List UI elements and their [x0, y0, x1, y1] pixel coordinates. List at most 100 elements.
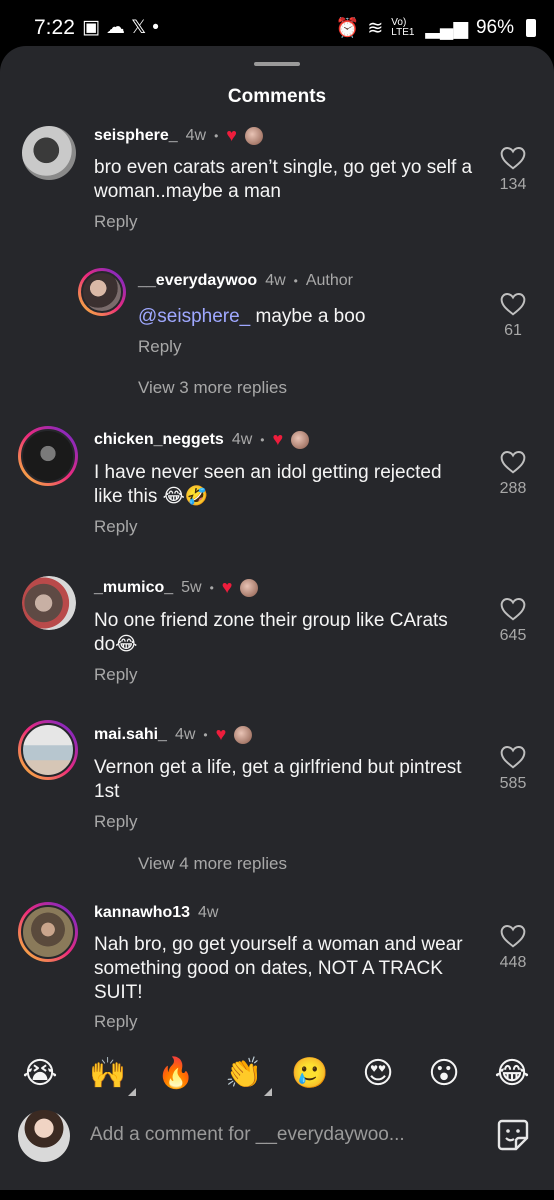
current-user-avatar — [18, 1110, 70, 1162]
emoji-heart-eyes-icon[interactable]: 😍 — [356, 1056, 400, 1096]
avatar-image — [81, 271, 123, 313]
avatar-image — [21, 723, 75, 777]
dot-icon: • — [152, 17, 165, 38]
view-more-replies[interactable]: View 3 more replies — [138, 378, 287, 398]
like-control: 288 — [488, 450, 538, 498]
comment-text: Vernon get a life, get a girlfriend but … — [94, 757, 462, 802]
emoji-raising-hands-icon[interactable]: 🙌 — [86, 1056, 136, 1096]
like-control: 448 — [488, 924, 538, 972]
system-status: ⏰ ≋ Vo) LTE1 ▂▄▆ 96% — [336, 16, 536, 40]
separator-dot: • — [214, 128, 219, 143]
author-mini-avatar — [240, 578, 259, 597]
timestamp: 4w — [198, 904, 219, 921]
username[interactable]: mai.sahi_ — [94, 726, 167, 744]
alarm-icon: ⏰ — [335, 18, 360, 39]
author-mini-avatar — [244, 126, 263, 145]
network-label: Vo) LTE1 — [391, 17, 415, 38]
avatar-image — [22, 576, 76, 630]
status-time: 7:22 — [34, 16, 75, 39]
system-nav-bar — [0, 1190, 554, 1200]
author-mini-avatar — [291, 430, 310, 449]
reply-text: maybe a boo — [250, 306, 366, 327]
timestamp: 5w — [181, 578, 202, 596]
like-count: 288 — [499, 480, 527, 497]
comments-sheet: Comments seisphere_ 4w • ♥ bro even cara… — [0, 46, 554, 1200]
avatar[interactable] — [18, 902, 78, 962]
author-tag: Author — [305, 272, 353, 289]
comment-text: @seisphere_ maybe a boo — [138, 305, 478, 329]
emoji-laughing-icon[interactable]: 😂 — [490, 1056, 534, 1096]
sheet-title: Comments — [227, 86, 327, 107]
drag-handle[interactable] — [254, 62, 300, 66]
skin-tone-corner-icon — [264, 1088, 272, 1096]
comment-text: bro even carats aren’t single, go get yo… — [94, 157, 473, 202]
comment-meta: seisphere_ 4w • ♥ — [94, 125, 263, 146]
like-count: 645 — [499, 627, 527, 644]
separator-dot: • — [293, 274, 298, 288]
like-count: 61 — [504, 322, 522, 339]
username[interactable]: chicken_neggets — [94, 431, 224, 449]
wifi-icon: ≋ — [367, 17, 384, 39]
username[interactable]: __everydaywoo — [138, 272, 257, 290]
comment-meta: mai.sahi_ 4w • ♥ — [94, 724, 253, 745]
emoji-clapping-icon[interactable]: 👏 — [222, 1056, 272, 1096]
avatar[interactable] — [18, 426, 78, 486]
author-liked-heart-icon: ♥ — [226, 125, 237, 145]
timestamp: 4w — [231, 430, 253, 448]
like-control: 61 — [488, 292, 538, 340]
avatar-image — [21, 905, 75, 959]
gallery-icon: ▣ — [82, 17, 106, 38]
skin-tone-corner-icon — [128, 1088, 136, 1096]
like-heart-icon[interactable] — [500, 450, 526, 474]
avatar[interactable] — [22, 126, 76, 180]
comment-meta: __everydaywoo 4w • Author — [138, 272, 353, 290]
like-heart-icon[interactable] — [500, 924, 526, 948]
comment-text: No one friend zone their group like CAra… — [94, 610, 448, 655]
view-more-replies[interactable]: View 4 more replies — [138, 854, 287, 874]
like-control: 645 — [488, 597, 538, 645]
sticker-icon[interactable] — [496, 1118, 530, 1152]
author-liked-heart-icon: ♥ — [221, 577, 233, 597]
avatar[interactable] — [22, 576, 76, 630]
like-control: 134 — [488, 146, 538, 194]
author-liked-heart-icon: ♥ — [272, 429, 284, 449]
reply-button[interactable]: Reply — [94, 212, 137, 232]
emoji-fire-icon[interactable]: 🔥 — [154, 1056, 198, 1096]
avatar[interactable] — [78, 268, 126, 316]
notification-icons: ▣☁𝕏• — [82, 16, 165, 39]
username[interactable]: _mumico_ — [94, 579, 173, 597]
mention-link[interactable]: @seisphere_ — [138, 306, 250, 327]
like-count: 585 — [499, 775, 527, 792]
emoji-quick-bar: 😭 🙌 🔥 👏 🥲 😍 😮 😂 — [0, 1046, 554, 1106]
reply-button[interactable]: Reply — [94, 517, 137, 537]
emoji-smiling-tear-icon[interactable]: 🥲 — [288, 1056, 332, 1096]
reply-button[interactable]: Reply — [94, 665, 137, 685]
separator-dot: • — [260, 432, 265, 447]
x-icon: 𝕏 — [130, 17, 153, 38]
comment-input[interactable]: Add a comment for __everydaywoo... — [90, 1124, 405, 1146]
emoji-glyph: 🙌 — [89, 1056, 127, 1091]
reply-button[interactable]: Reply — [94, 812, 137, 832]
emoji-surprised-icon[interactable]: 😮 — [422, 1056, 466, 1096]
like-heart-icon[interactable] — [500, 597, 526, 621]
like-control: 585 — [488, 745, 538, 793]
battery-percent: 96% — [475, 17, 514, 38]
like-heart-icon[interactable] — [500, 745, 526, 769]
comment-text: Nah bro, go get yourself a woman and wea… — [94, 934, 463, 1003]
separator-dot: • — [209, 580, 214, 595]
timestamp: 4w — [265, 272, 286, 289]
reply-button[interactable]: Reply — [94, 1012, 137, 1032]
author-mini-avatar — [234, 725, 253, 744]
username[interactable]: kannawho13 — [94, 904, 190, 922]
comment-meta: chicken_neggets 4w • ♥ — [94, 429, 310, 450]
like-heart-icon[interactable] — [500, 292, 526, 316]
username[interactable]: seisphere_ — [94, 127, 178, 145]
avatar[interactable] — [18, 720, 78, 780]
separator-dot: • — [203, 727, 208, 742]
reply-button[interactable]: Reply — [138, 337, 181, 357]
emoji-crying-icon[interactable]: 😭 — [18, 1056, 62, 1096]
emoji-glyph: 👏 — [225, 1056, 263, 1091]
comment-meta: _mumico_ 5w • ♥ — [94, 577, 259, 598]
author-liked-heart-icon: ♥ — [215, 724, 227, 744]
like-heart-icon[interactable] — [500, 146, 526, 170]
